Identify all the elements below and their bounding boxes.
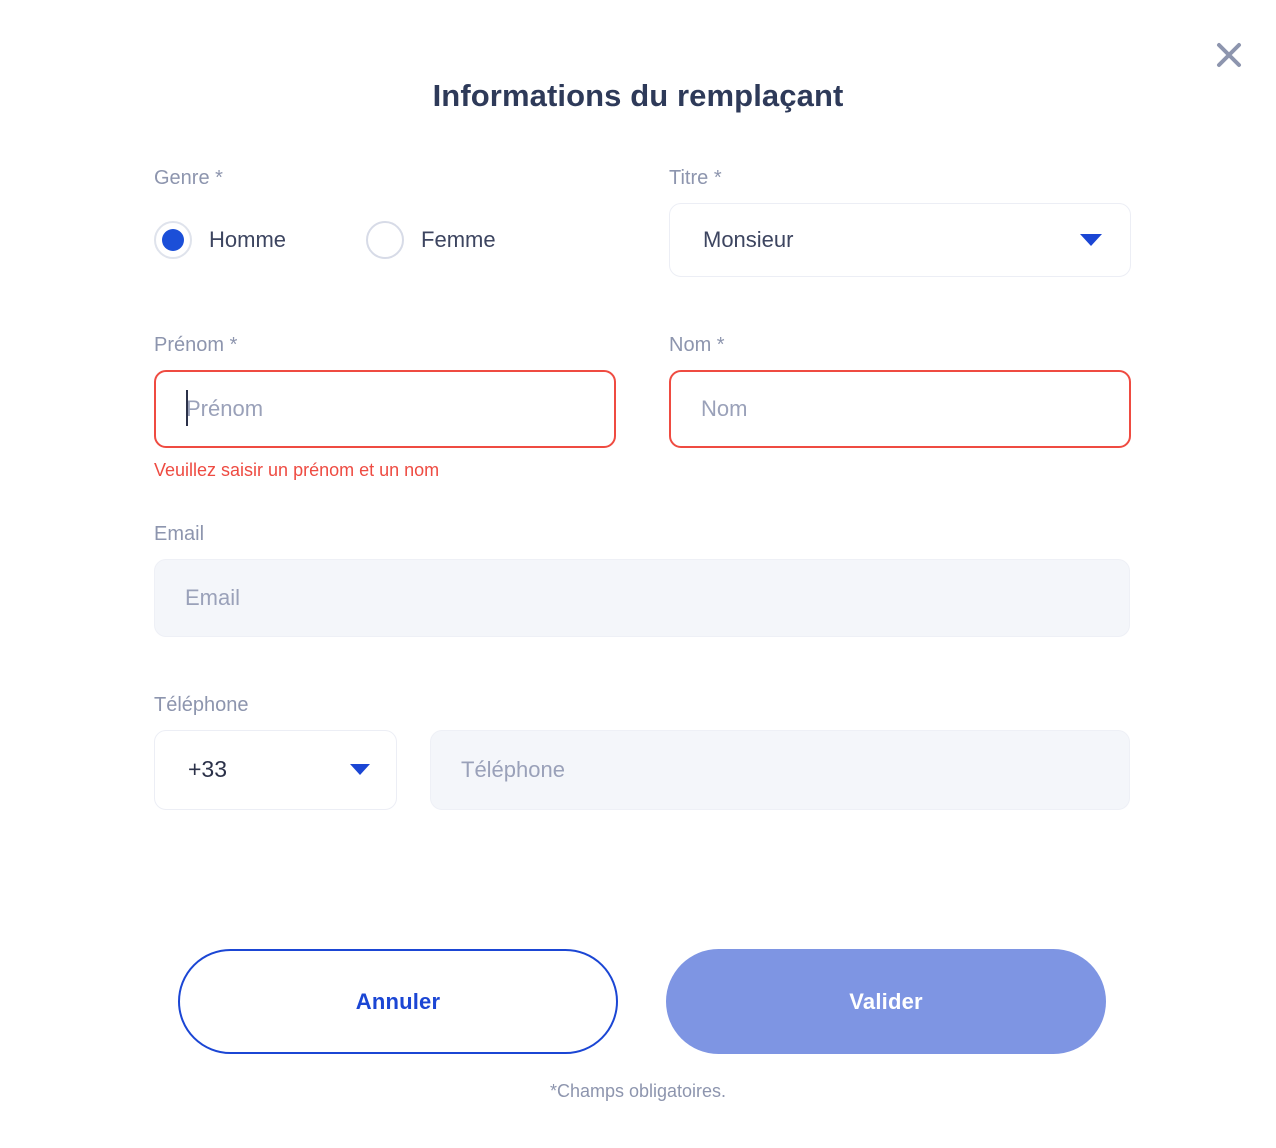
chevron-down-icon [350,764,370,776]
radio-dot [162,229,184,251]
title-label: Titre * [669,167,722,189]
radio-option-homme[interactable]: Homme [154,221,286,259]
gender-label: Genre * [154,167,223,189]
phone-input-group: +33 [154,729,1130,810]
lastname-input[interactable] [669,370,1131,448]
close-icon [1214,40,1244,70]
radio-mark-unselected-icon [366,221,405,259]
form-row-phone: Téléphone +33 [154,693,1130,810]
lastname-label: Nom * [669,334,725,356]
radio-mark-selected-icon [154,221,192,259]
radio-label-homme: Homme [209,227,287,252]
field-firstname: Prénom * Veuillez saisir un prénom et un… [154,333,616,482]
firstname-input-wrap [154,370,616,448]
country-code-select[interactable]: +33 [154,729,397,810]
field-gender: Genre * Homme Femme [154,166,616,277]
lastname-input-wrap [669,370,1131,448]
field-phone: Téléphone +33 [154,693,1130,810]
field-email: Email [154,522,1130,637]
required-fields-note: *Champs obligatoires. [549,1081,727,1101]
page-title: Informations du remplaçant [432,78,844,113]
substitute-info-modal: Informations du remplaçant Genre * Homme… [0,0,1276,1148]
modal-actions: Annuler Valider [178,949,1106,1054]
phone-input[interactable] [430,729,1130,810]
form-row-name: Prénom * Veuillez saisir un prénom et un… [154,333,1131,482]
substitute-form: Genre * Homme Femme Titre * Monsieur Pré… [154,166,1131,810]
firstname-input[interactable] [154,370,616,448]
cancel-button[interactable]: Annuler [178,949,618,1054]
title-select[interactable]: Monsieur [669,203,1131,277]
text-caret [186,390,188,426]
email-label: Email [154,522,205,545]
radio-option-femme[interactable]: Femme [366,221,496,259]
submit-button[interactable]: Valider [666,949,1106,1054]
form-row-gender-title: Genre * Homme Femme Titre * Monsieur [154,166,1131,277]
chevron-down-icon [1080,234,1102,246]
field-lastname: Nom * [669,333,1131,482]
firstname-label: Prénom * [154,334,238,356]
firstname-error-message: Veuillez saisir un prénom et un nom [154,460,440,480]
close-button[interactable] [1206,32,1252,78]
phone-label: Téléphone [154,693,249,716]
form-row-email: Email [154,522,1130,637]
radio-label-femme: Femme [421,227,496,252]
country-code-value: +33 [188,756,228,783]
title-select-value: Monsieur [703,227,794,252]
email-input[interactable] [154,558,1130,637]
gender-radio-group: Homme Femme [154,203,616,277]
field-title: Titre * Monsieur [669,166,1131,277]
